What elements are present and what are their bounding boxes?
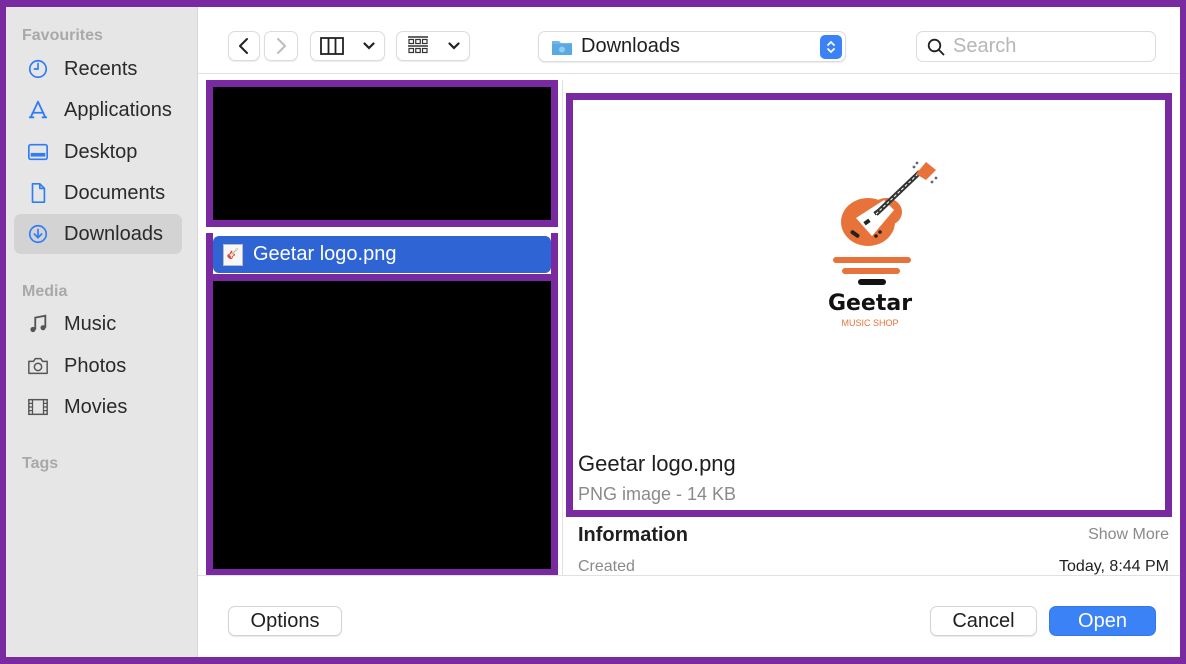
forward-icon (277, 38, 286, 54)
geetar-logo-image: Geetar MUSIC SHOP (828, 161, 938, 328)
sidebar-item-label: Documents (64, 181, 166, 204)
desktop-icon (26, 140, 50, 164)
search-input[interactable] (953, 35, 1143, 58)
sidebar-item-recents[interactable]: Recents (14, 49, 182, 89)
cancel-button[interactable]: Cancel (930, 606, 1037, 636)
created-value: Today, 8:44 PM (1059, 558, 1169, 575)
clock-icon (26, 57, 50, 81)
location-label: Downloads (581, 35, 680, 57)
search-field[interactable] (916, 31, 1156, 62)
chevron-down-icon (447, 42, 460, 50)
download-icon (26, 222, 50, 246)
created-label: Created (578, 558, 635, 575)
logo-title: Geetar (828, 291, 912, 316)
sidebar-item-label: Movies (64, 395, 128, 418)
footer-divider (198, 575, 566, 576)
sidebar-item-movies[interactable]: Movies (14, 387, 182, 427)
file-column: 🎸 Geetar logo.png (206, 80, 558, 576)
file-name: Geetar logo.png (253, 243, 397, 265)
redacted-region (206, 80, 558, 227)
sidebar-section-media: Media (22, 283, 68, 300)
sidebar-item-label: Desktop (64, 140, 138, 163)
location-stepper[interactable] (820, 35, 842, 59)
options-button[interactable]: Options (228, 606, 342, 636)
film-icon (26, 395, 50, 419)
forward-button[interactable] (264, 31, 298, 61)
sidebar-item-photos[interactable]: Photos (14, 346, 182, 386)
sidebar-section-tags: Tags (22, 455, 59, 472)
chevron-down-icon (363, 42, 375, 50)
show-more-link[interactable]: Show More (1088, 526, 1169, 544)
columns-view-icon (320, 37, 345, 55)
back-icon (239, 38, 248, 54)
column-divider[interactable] (562, 80, 563, 576)
sidebar: Favourites Recents Applications Desktop … (6, 7, 198, 657)
redacted-region (206, 274, 558, 576)
sidebar-section-favourites: Favourites (22, 27, 103, 44)
sidebar-item-documents[interactable]: Documents (14, 173, 182, 213)
sidebar-item-downloads[interactable]: Downloads (14, 214, 182, 254)
sidebar-item-label: Music (64, 312, 117, 335)
back-button[interactable] (228, 31, 260, 61)
preview-file-name: Geetar logo.png (578, 451, 736, 476)
document-icon (26, 181, 50, 205)
sidebar-item-label: Recents (64, 57, 138, 80)
camera-icon (26, 354, 50, 378)
sidebar-item-label: Downloads (64, 222, 163, 245)
open-file-dialog: Favourites Recents Applications Desktop … (6, 7, 1180, 657)
file-preview: Geetar MUSIC SHOP Geetar logo.png PNG im… (566, 93, 1172, 517)
sidebar-item-label: Applications (64, 98, 172, 121)
sidebar-item-music[interactable]: Music (14, 304, 182, 344)
sidebar-item-applications[interactable]: Applications (14, 90, 182, 130)
group-mode-button[interactable] (396, 31, 470, 61)
toolbar-divider (198, 73, 1180, 74)
applications-icon (26, 98, 50, 122)
logo-subtitle: MUSIC SHOP (841, 318, 898, 328)
up-down-chevron-icon (827, 40, 835, 54)
view-mode-button[interactable] (310, 31, 385, 61)
preview-file-meta: PNG image - 14 KB (578, 484, 737, 504)
open-button[interactable]: Open (1049, 606, 1156, 636)
sidebar-item-label: Photos (64, 354, 127, 377)
information-heading: Information (578, 524, 688, 546)
sidebar-item-desktop[interactable]: Desktop (14, 132, 182, 172)
png-file-icon: 🎸 (223, 243, 243, 266)
list-item[interactable]: 🎸 Geetar logo.png (213, 236, 551, 273)
search-icon (927, 38, 945, 55)
downloads-folder-icon (552, 40, 572, 55)
location-popup[interactable]: Downloads (538, 31, 846, 62)
file-row-selected[interactable]: 🎸 Geetar logo.png (206, 233, 558, 276)
grid-group-icon (407, 36, 428, 54)
music-note-icon (26, 312, 50, 336)
